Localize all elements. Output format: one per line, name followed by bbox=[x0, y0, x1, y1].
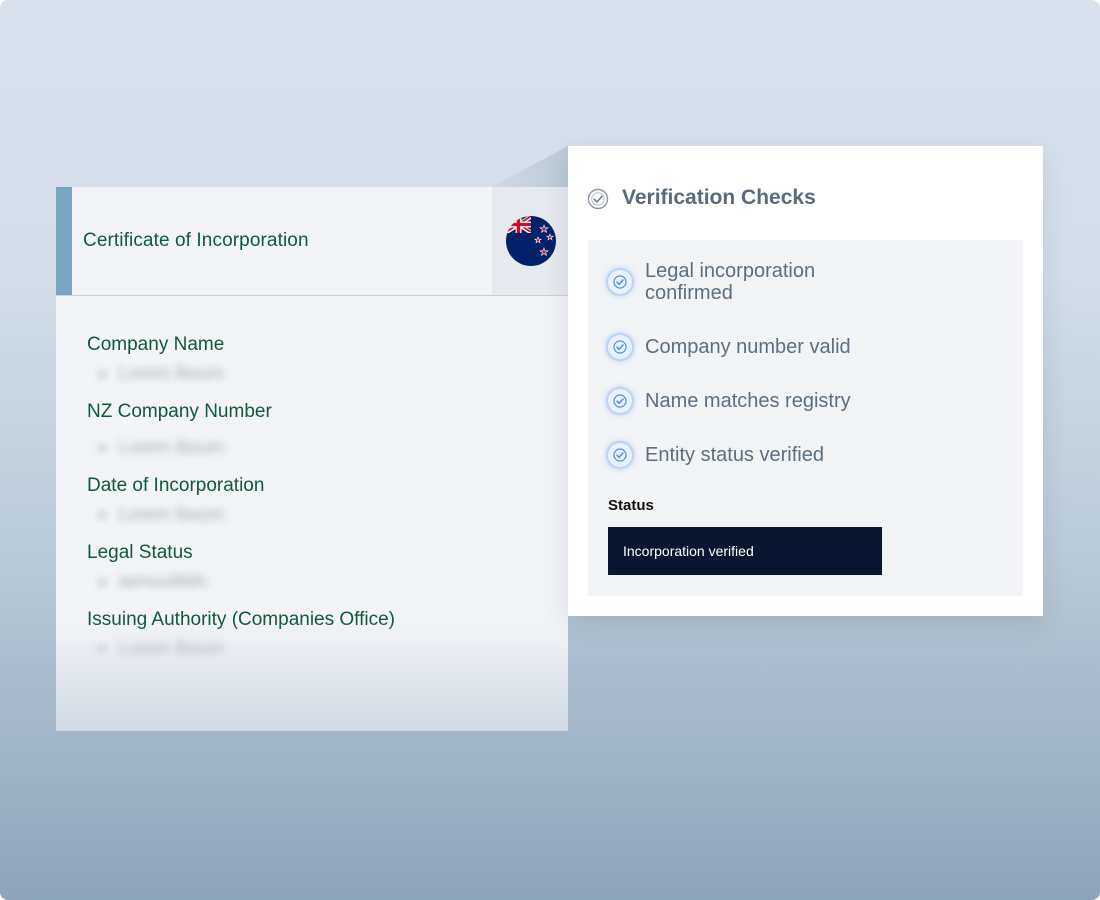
field-value-blurred: Lorem Ibsum bbox=[99, 638, 224, 659]
field-label: Date of Incorporation bbox=[87, 475, 265, 496]
check-item-entity-status: Entity status verified bbox=[608, 443, 824, 467]
certificate-title: Certificate of Incorporation bbox=[83, 230, 309, 251]
flag-container bbox=[492, 187, 568, 295]
field-company-name: Company Name Lorem Ibsum bbox=[87, 334, 225, 383]
field-value-blurred: Lorem Ibsum bbox=[99, 437, 224, 458]
field-value-blurred: Lorem Ibsum bbox=[99, 363, 224, 384]
verification-panel: Legal incorporation confirmed Company nu… bbox=[588, 240, 1023, 596]
field-value-blurred: Lorem Ibsum bbox=[99, 504, 224, 525]
certificate-header: Certificate of Incorporation bbox=[56, 187, 568, 296]
field-value-blurred: aenuudlidn bbox=[99, 571, 207, 592]
check-item-legal-incorporation: Legal incorporation confirmed bbox=[608, 260, 895, 304]
verification-card: Verification Checks Legal incorporation … bbox=[568, 146, 1043, 616]
field-legal-status: Legal Status aenuudlidn bbox=[87, 542, 207, 591]
certificate-accent-bar bbox=[56, 187, 72, 295]
check-text: Entity status verified bbox=[645, 444, 824, 466]
field-label: NZ Company Number bbox=[87, 401, 272, 422]
check-circle-icon bbox=[608, 335, 632, 359]
check-text: Name matches registry bbox=[645, 390, 851, 412]
field-label: Legal Status bbox=[87, 542, 193, 563]
check-circle-outline-icon bbox=[587, 188, 609, 210]
screen-background: Certificate of Incorporation Company Nam… bbox=[0, 0, 1100, 900]
check-text: Company number valid bbox=[645, 336, 851, 358]
check-circle-icon bbox=[608, 443, 632, 467]
status-badge: Incorporation verified bbox=[608, 527, 882, 575]
field-date-of-incorporation: Date of Incorporation Lorem Ibsum bbox=[87, 475, 265, 524]
status-label: Status bbox=[608, 497, 654, 514]
check-circle-icon bbox=[608, 270, 632, 294]
field-nz-company-number: NZ Company Number Lorem Ibsum bbox=[87, 401, 272, 457]
field-issuing-authority: Issuing Authority (Companies Office) Lor… bbox=[87, 609, 396, 658]
certificate-card: Certificate of Incorporation Company Nam… bbox=[56, 187, 568, 731]
check-text: Legal incorporation confirmed bbox=[645, 260, 816, 304]
check-item-company-number: Company number valid bbox=[608, 335, 851, 359]
verification-title: Verification Checks bbox=[622, 186, 816, 209]
field-label: Company Name bbox=[87, 334, 225, 355]
new-zealand-flag-icon bbox=[506, 216, 556, 266]
check-item-name-matches: Name matches registry bbox=[608, 389, 851, 413]
check-circle-icon bbox=[608, 389, 632, 413]
field-label: Issuing Authority (Companies Office) bbox=[87, 609, 396, 630]
